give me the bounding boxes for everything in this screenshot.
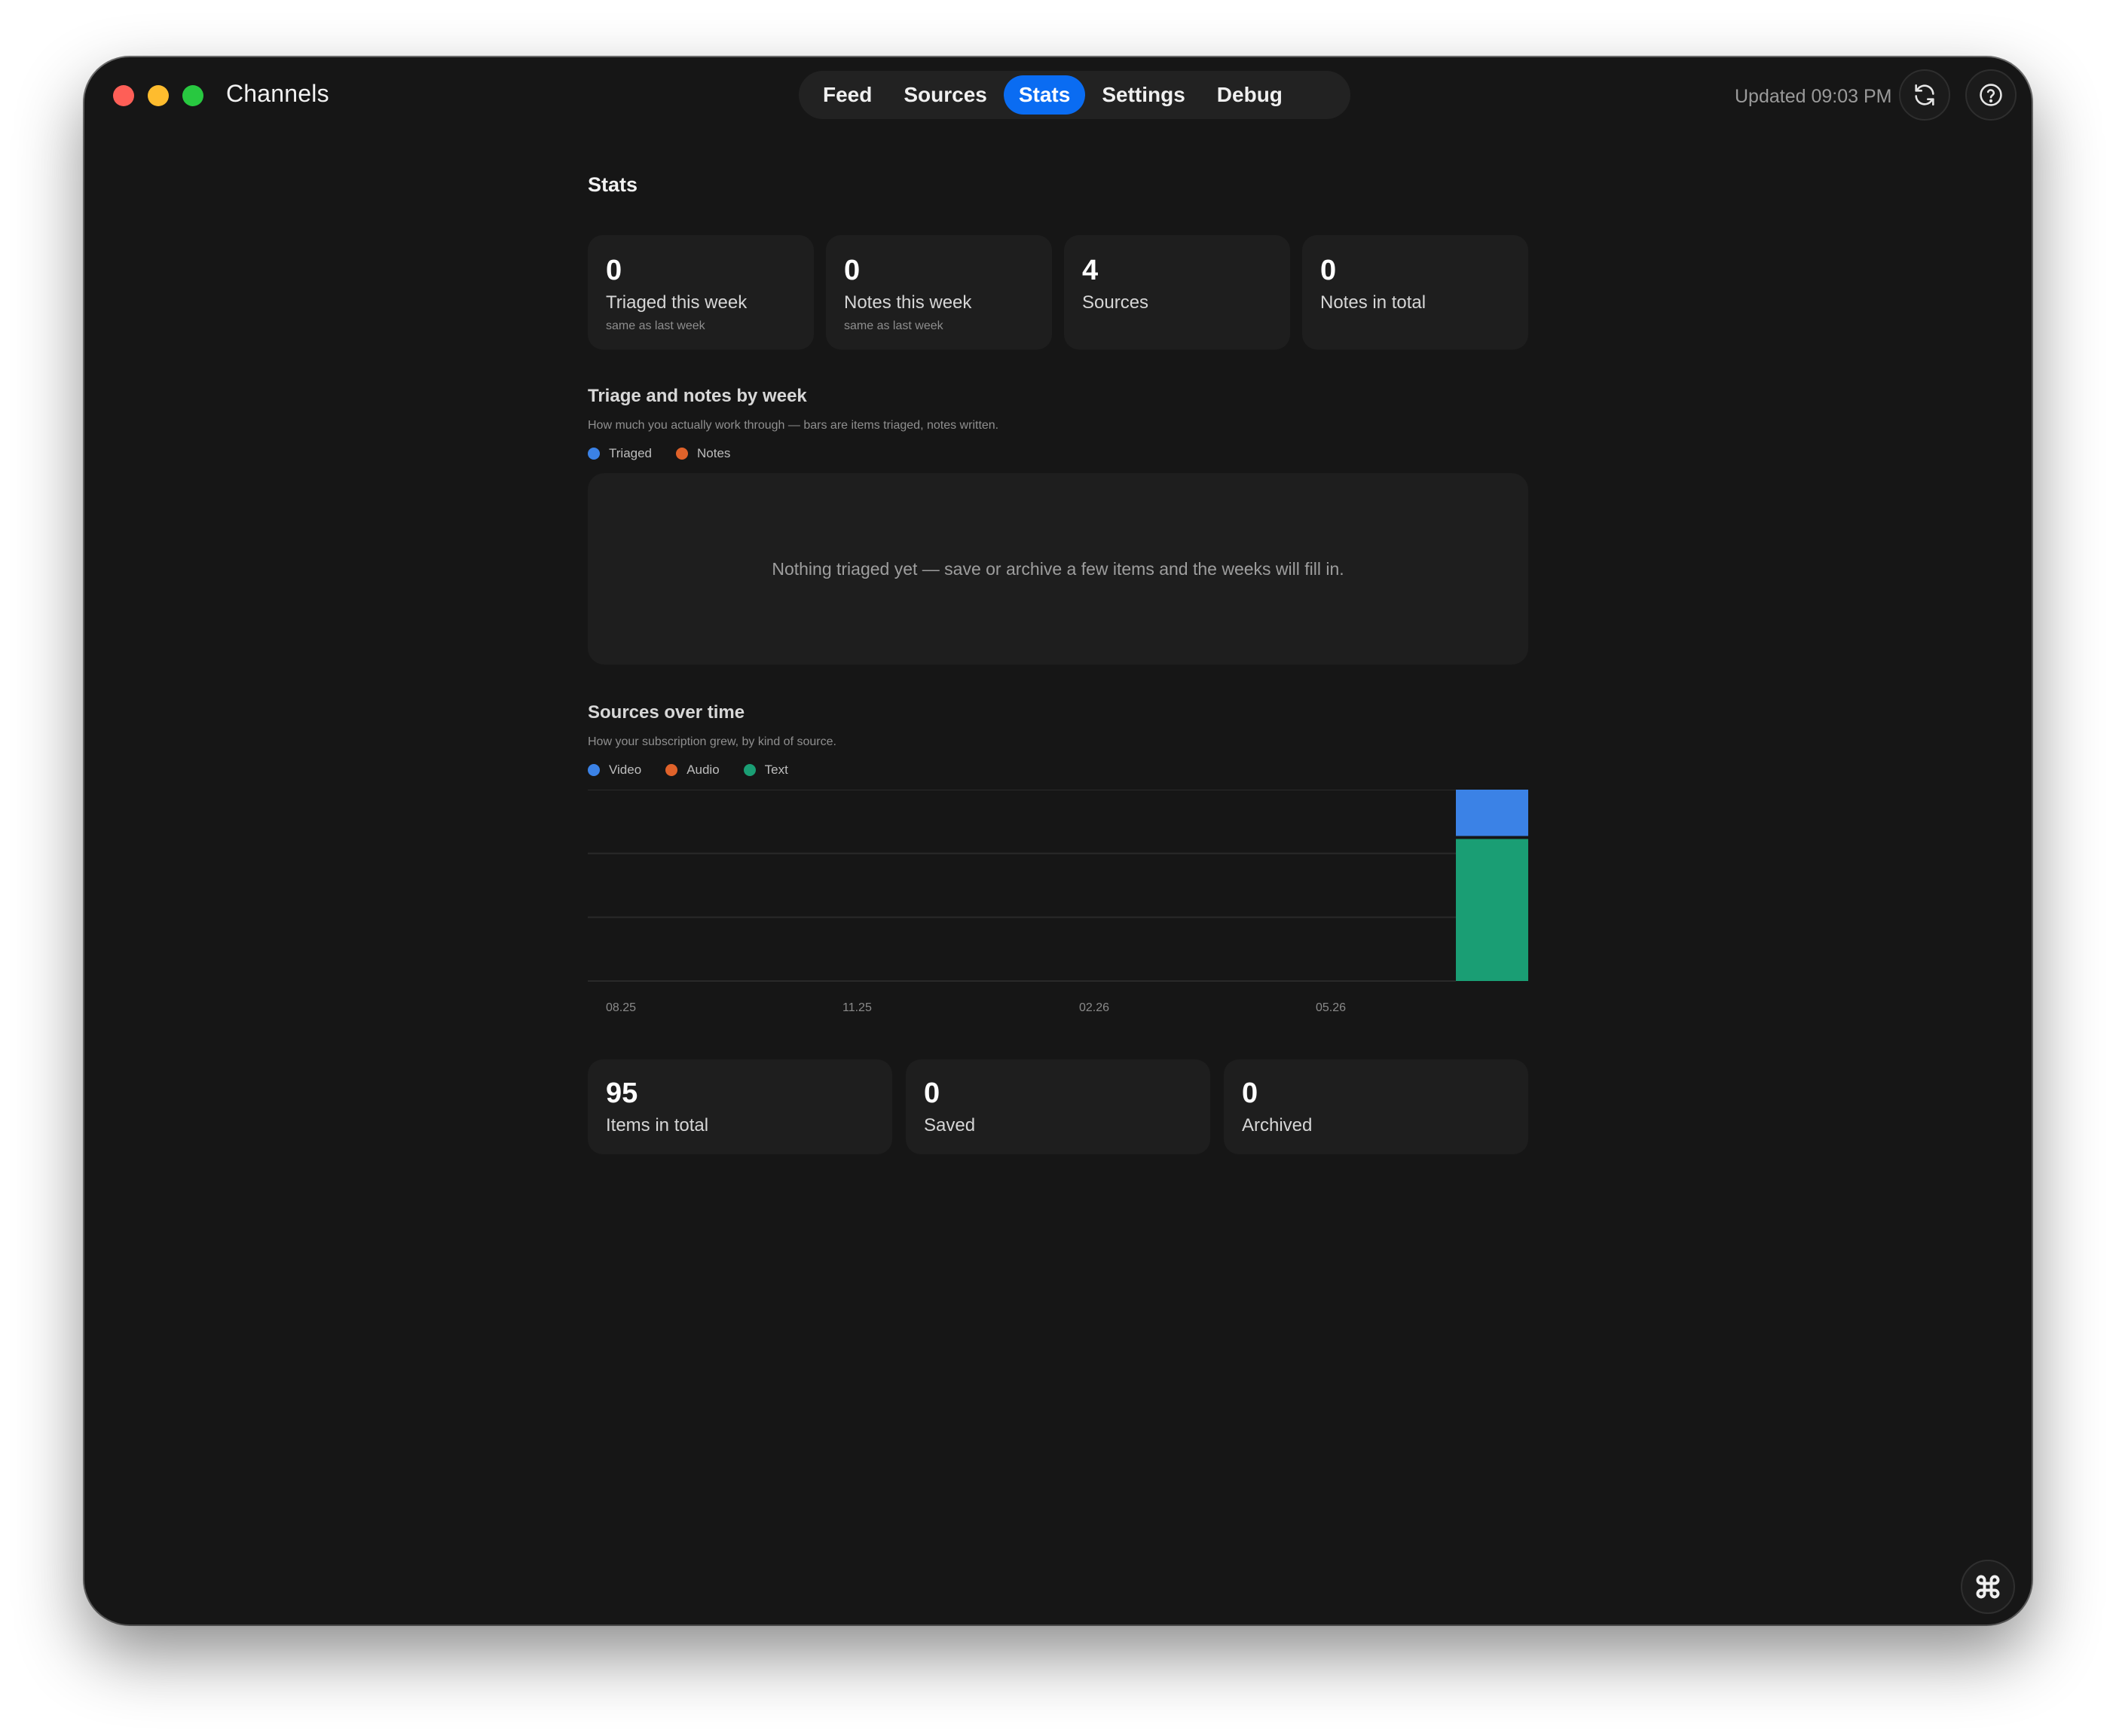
stat-value: 0 [606,255,622,286]
legend-label: Text [764,763,788,777]
stat-label: Notes this week [844,292,972,313]
updated-timestamp: Updated 09:03 PM [1735,86,1892,107]
triage-section-title: Triage and notes by week [588,386,807,406]
x-tick-label: 08.25 [606,1001,636,1014]
stat-value: 0 [844,255,861,286]
bar-text [1456,837,1528,981]
bar-segment-gap [1456,836,1528,839]
help-button[interactable] [1965,69,2017,121]
tab-bar: Feed Sources Stats Settings Debug [799,71,1350,119]
legend-item-text: Text [743,763,788,778]
tab-settings[interactable]: Settings [1087,75,1200,115]
stat-comparison: same as last week [844,319,943,332]
stat-value: 4 [1082,255,1099,286]
stat-card-sources: 4 Sources [1064,235,1290,350]
stat-label: Triaged this week [606,292,748,313]
legend-item-notes: Notes [676,446,730,461]
legend-item-video: Video [588,763,641,778]
legend-label: Notes [697,446,731,460]
sources-legend: Video Audio Text [588,763,788,778]
legend-dot [743,764,756,776]
legend-label: Video [609,763,642,777]
stat-value: 0 [1320,255,1337,286]
x-tick-label: 05.26 [1316,1001,1346,1014]
refresh-button[interactable] [1899,69,1950,121]
minimize-window-button[interactable] [148,85,169,106]
help-circle-icon [1980,84,2002,106]
tab-sources[interactable]: Sources [888,75,1002,115]
stat-value: 0 [1242,1077,1258,1109]
zoom-window-button[interactable] [182,85,203,106]
triage-section-subtitle: How much you actually work through — bar… [588,419,999,432]
tab-stats[interactable]: Stats [1003,75,1086,115]
stat-value: 0 [924,1077,940,1109]
sources-over-time-chart: 08.25 11.25 02.26 05.26 [588,790,1528,1014]
tab-feed[interactable]: Feed [808,75,887,115]
legend-item-triaged: Triaged [588,446,652,461]
stat-comparison: same as last week [606,319,705,332]
legend-item-audio: Audio [665,763,720,778]
stat-card-archived: 0 Archived [1224,1059,1528,1154]
stat-card-items-total: 95 Items in total [588,1059,892,1154]
stat-label: Archived [1242,1115,1313,1135]
stat-label: Saved [924,1115,976,1135]
legend-dot [588,764,600,776]
app-window: Channels Feed Sources Stats Settings Deb… [84,57,2032,1624]
legend-dot [676,448,689,460]
legend-label: Triaged [609,446,653,460]
stat-card-saved: 0 Saved [906,1059,1210,1154]
tab-debug[interactable]: Debug [1202,75,1298,115]
triage-legend: Triaged Notes [588,446,730,461]
stat-card-notes-total: 0 Notes in total [1302,235,1528,350]
stat-label: Notes in total [1320,292,1426,313]
command-icon [1976,1575,2000,1599]
close-window-button[interactable] [113,85,134,106]
command-palette-button[interactable] [1961,1560,2015,1614]
stat-card-notes-week: 0 Notes this week same as last week [826,235,1052,350]
legend-label: Audio [686,763,720,777]
bar-video [1456,790,1528,838]
page-title: Stats [588,173,638,196]
app-title: Channels [226,80,329,107]
x-tick-label: 02.26 [1079,1001,1109,1014]
stat-label: Sources [1082,292,1149,313]
triage-empty-state: Nothing triaged yet — save or archive a … [588,473,1528,665]
x-tick-label: 11.25 [842,1001,872,1014]
sources-section-title: Sources over time [588,702,745,723]
stat-value: 95 [606,1077,638,1109]
stat-card-triaged-week: 0 Triaged this week same as last week [588,235,814,350]
refresh-icon [1915,84,1934,106]
sources-section-subtitle: How your subscription grew, by kind of s… [588,735,836,748]
legend-dot [588,448,600,460]
empty-state-message: Nothing triaged yet — save or archive a … [772,558,1344,579]
stat-label: Items in total [606,1115,709,1135]
legend-dot [665,764,678,776]
